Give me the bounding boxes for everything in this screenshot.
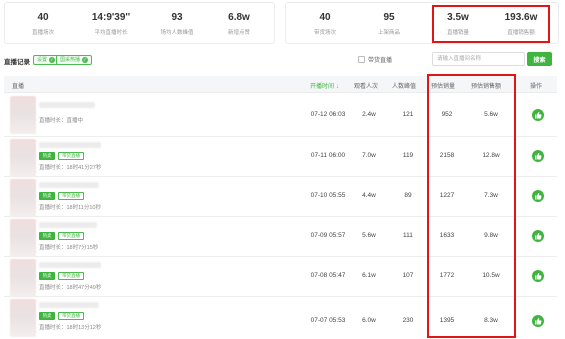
start-time: 07-12 06:03 bbox=[310, 111, 346, 118]
stat-label: 平均直播时长 bbox=[94, 30, 128, 36]
start-time: 07-08 05:47 bbox=[310, 272, 346, 279]
stat-avg-peak: 93 场均人数峰值 bbox=[149, 3, 205, 45]
thumb-icon bbox=[535, 273, 542, 280]
live-title-blurred bbox=[39, 182, 99, 188]
live-cover-thumbnail bbox=[10, 219, 36, 257]
live-title-blurred bbox=[39, 222, 97, 228]
col-live: 直播 bbox=[12, 84, 25, 90]
detail-button[interactable] bbox=[532, 270, 544, 282]
check-icon: ✓ bbox=[49, 57, 56, 63]
col-start-time-label: 开播时间 bbox=[310, 84, 335, 90]
thumb-icon bbox=[535, 318, 542, 325]
peak: 89 bbox=[404, 192, 412, 199]
col-peak: 人数峰值 bbox=[392, 84, 417, 90]
live-title-blurred bbox=[39, 102, 95, 108]
records-title: 直播记录 bbox=[4, 59, 30, 66]
search-input[interactable] bbox=[432, 52, 525, 66]
hot-badge: 热卖 bbox=[39, 272, 55, 280]
peak: 230 bbox=[402, 317, 414, 324]
peak: 107 bbox=[402, 272, 414, 279]
col-viewers: 观看人次 bbox=[354, 84, 379, 90]
live-type-badge: 带货直播 bbox=[58, 272, 84, 280]
hot-badge: 热卖 bbox=[39, 312, 55, 320]
live-title-blurred bbox=[39, 142, 101, 148]
stat-listed-products: 95 上架商品 bbox=[364, 3, 414, 45]
checkbox-label: 带货直播 bbox=[368, 58, 393, 64]
stat-selling-lives: 40 带货场次 bbox=[300, 3, 350, 45]
tag-label: 国采热播 bbox=[60, 57, 81, 63]
stat-value: 14:9'39'' bbox=[91, 12, 131, 23]
live-title-blurred bbox=[39, 262, 101, 268]
tag-label: 设置 bbox=[37, 57, 48, 63]
detail-button[interactable] bbox=[532, 109, 544, 121]
filter-tag-national[interactable]: 国采热播 ✓ bbox=[56, 55, 93, 65]
thumb-icon bbox=[535, 112, 542, 119]
viewers: 6.1w bbox=[362, 272, 376, 279]
col-start-time[interactable]: 开播时间 ↓ bbox=[310, 81, 339, 90]
stat-label: 场均人数峰值 bbox=[160, 30, 194, 36]
stat-value: 40 bbox=[319, 12, 331, 23]
live-duration: 直播时长：18时13分12秒 bbox=[39, 325, 102, 331]
live-duration: 直播时长：直播中 bbox=[39, 118, 84, 124]
start-time: 07-09 05:57 bbox=[310, 232, 346, 239]
stat-value: 95 bbox=[383, 12, 395, 23]
search-button[interactable]: 搜索 bbox=[527, 52, 552, 66]
peak: 111 bbox=[403, 232, 413, 239]
hot-badge: 热卖 bbox=[39, 232, 55, 240]
viewers: 4.4w bbox=[362, 192, 376, 199]
live-type-badge: 带货直播 bbox=[58, 192, 84, 200]
live-type-badge: 带货直播 bbox=[58, 312, 84, 320]
live-type-badge: 带货直播 bbox=[58, 232, 84, 240]
thumb-icon bbox=[535, 193, 542, 200]
live-duration: 直播时长：18时11分10秒 bbox=[39, 205, 101, 211]
stat-live-count: 40 直播场次 bbox=[15, 3, 71, 45]
viewers: 7.0w bbox=[362, 152, 376, 159]
stat-value: 93 bbox=[171, 12, 183, 23]
overview-stats-panel: 40 直播场次 14:9'39'' 平均直播时长 93 场均人数峰值 6.8w … bbox=[4, 2, 275, 44]
viewers: 2.4w bbox=[362, 111, 376, 118]
peak: 121 bbox=[402, 111, 414, 118]
viewers: 6.0w bbox=[362, 317, 376, 324]
start-time: 07-11 06:00 bbox=[310, 152, 346, 159]
live-duration: 直播时长：18时7分15秒 bbox=[39, 245, 99, 251]
sort-down-icon: ↓ bbox=[335, 84, 339, 90]
live-cover-thumbnail bbox=[10, 299, 36, 337]
live-title-blurred bbox=[39, 302, 99, 308]
detail-button[interactable] bbox=[532, 230, 544, 242]
hot-badge: 热卖 bbox=[39, 192, 55, 200]
stat-label: 带货场次 bbox=[313, 30, 336, 36]
stat-new-likes: 6.8w 新增点赞 bbox=[211, 3, 267, 45]
stat-value: 40 bbox=[37, 12, 49, 23]
thumb-icon bbox=[535, 233, 542, 240]
highlight-box-sales-stats bbox=[432, 5, 550, 43]
thumb-icon bbox=[535, 153, 542, 160]
peak: 119 bbox=[402, 152, 414, 159]
stat-value: 6.8w bbox=[228, 12, 250, 23]
live-type-badge: 带货直播 bbox=[58, 152, 84, 160]
detail-button[interactable] bbox=[532, 150, 544, 162]
stat-avg-duration: 14:9'39'' 平均直播时长 bbox=[79, 3, 143, 45]
checkbox[interactable] bbox=[358, 56, 365, 63]
live-cover-thumbnail bbox=[10, 96, 36, 134]
live-duration: 直播时长：18时47分49秒 bbox=[39, 285, 102, 291]
live-cover-thumbnail bbox=[10, 139, 36, 177]
live-cover-thumbnail bbox=[10, 259, 36, 297]
viewers: 5.6w bbox=[362, 232, 376, 239]
highlight-box-sales-columns bbox=[427, 74, 516, 338]
start-time: 07-10 05:55 bbox=[310, 192, 346, 199]
check-icon: ✓ bbox=[82, 57, 89, 63]
start-time: 07-07 05:53 bbox=[310, 317, 346, 324]
stat-label: 新增点赞 bbox=[227, 30, 250, 36]
detail-button[interactable] bbox=[532, 190, 544, 202]
hot-badge: 热卖 bbox=[39, 152, 55, 160]
col-op: 操作 bbox=[530, 84, 543, 90]
stat-label: 直播场次 bbox=[31, 30, 54, 36]
stat-label: 上架商品 bbox=[377, 30, 400, 36]
selling-live-filter[interactable]: 带货直播 bbox=[358, 55, 392, 64]
live-duration: 直播时长：18时41分27秒 bbox=[39, 165, 102, 171]
detail-button[interactable] bbox=[532, 315, 544, 327]
live-cover-thumbnail bbox=[10, 179, 36, 217]
